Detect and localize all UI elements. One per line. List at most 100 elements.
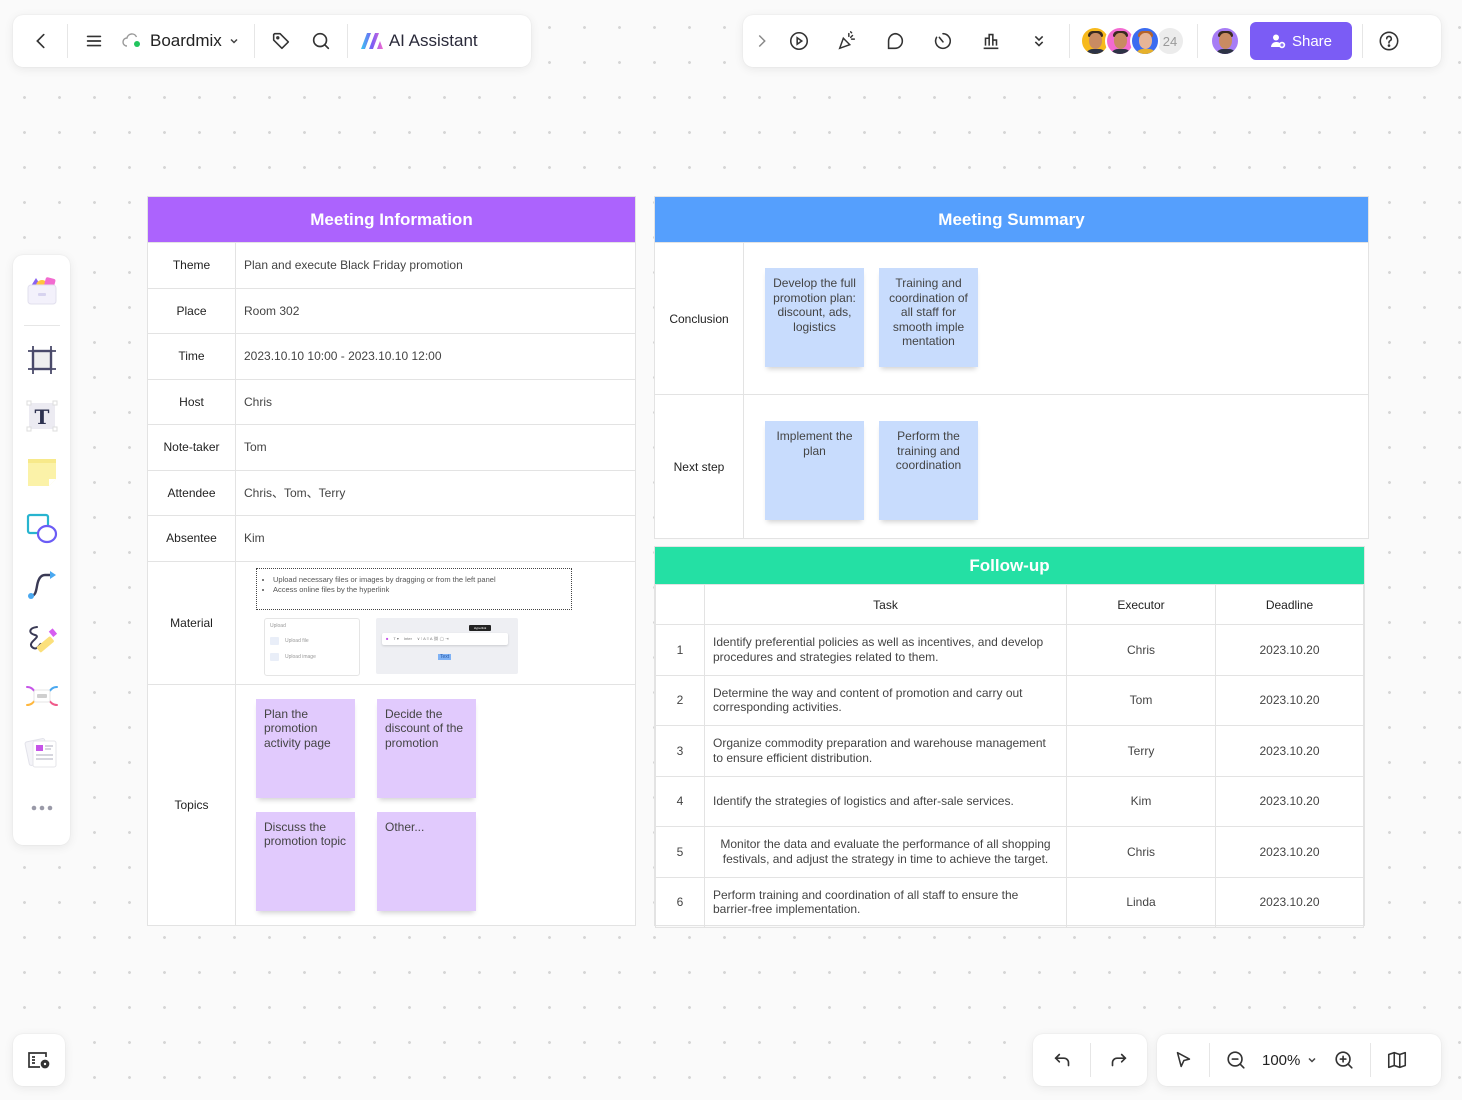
row-number[interactable]: 4 bbox=[655, 775, 705, 827]
collapse-toolbar-button[interactable] bbox=[749, 21, 775, 61]
share-button[interactable]: Share bbox=[1250, 22, 1352, 60]
topic-sticky-note[interactable]: Other... bbox=[377, 811, 476, 911]
executor-cell[interactable]: Linda bbox=[1066, 876, 1216, 928]
text-tool[interactable]: T bbox=[20, 394, 64, 438]
executor-cell[interactable]: Chris bbox=[1066, 826, 1216, 878]
task-cell[interactable]: Monitor the data and evaluate the perfor… bbox=[704, 826, 1067, 878]
table-row[interactable]: 2 Determine the way and content of promot… bbox=[655, 674, 1364, 726]
task-cell[interactable]: Identify the strategies of logistics and… bbox=[704, 775, 1067, 827]
frame-tool[interactable] bbox=[20, 338, 64, 382]
follow-up-header: Follow-up bbox=[655, 547, 1364, 584]
collaborator-avatars[interactable]: 24 bbox=[1080, 26, 1185, 56]
ai-assistant-button[interactable]: AI Assistant bbox=[354, 31, 484, 51]
next-step-content: Implement the plan Perform the training … bbox=[744, 395, 1368, 538]
info-value[interactable]: Tom bbox=[236, 425, 635, 470]
present-button[interactable] bbox=[779, 21, 819, 61]
back-button[interactable] bbox=[21, 21, 61, 61]
info-row-place: Place Room 302 bbox=[148, 287, 635, 334]
info-label: Place bbox=[148, 288, 236, 333]
task-cell[interactable]: Organize commodity preparation and wareh… bbox=[704, 725, 1067, 777]
follow-up-table[interactable]: Follow-up Task Executor Deadline 1 Identi… bbox=[654, 546, 1365, 928]
row-number[interactable]: 3 bbox=[655, 725, 705, 777]
upload-panel-title: Upload bbox=[270, 622, 286, 629]
deadline-cell[interactable]: 2023.10.20 bbox=[1215, 775, 1364, 827]
deadline-cell[interactable]: 2023.10.20 bbox=[1215, 826, 1364, 878]
current-user-avatar[interactable] bbox=[1210, 26, 1240, 56]
conclusion-sticky-note[interactable]: Develop the full promotion plan: discoun… bbox=[765, 268, 864, 367]
deadline-cell[interactable]: 2023.10.20 bbox=[1215, 624, 1364, 676]
row-number[interactable]: 1 bbox=[655, 624, 705, 676]
executor-cell[interactable]: Terry bbox=[1066, 725, 1216, 777]
next-step-sticky-note[interactable]: Perform the training and coordination bbox=[879, 421, 978, 520]
connector-tool[interactable] bbox=[20, 562, 64, 606]
table-row[interactable]: 1 Identify preferential policies as well … bbox=[655, 624, 1364, 676]
topic-sticky-note[interactable]: Plan the promotion activity page bbox=[256, 698, 355, 798]
conclusion-sticky-note[interactable]: Training and coordination of all staff f… bbox=[879, 268, 978, 367]
task-cell[interactable]: Identify preferential policies as well a… bbox=[704, 624, 1067, 676]
executor-cell[interactable]: Kim bbox=[1066, 775, 1216, 827]
minimap-toggle-button[interactable] bbox=[13, 1034, 65, 1086]
sticky-note-tool[interactable] bbox=[20, 450, 64, 494]
meeting-information-table[interactable]: Meeting Information Theme Plan and execu… bbox=[147, 196, 636, 926]
executor-cell[interactable]: Chris bbox=[1066, 624, 1216, 676]
main-menu-button[interactable] bbox=[74, 21, 114, 61]
collaborator-avatar[interactable] bbox=[1130, 26, 1160, 56]
material-content[interactable]: Upload necessary files or images by drag… bbox=[236, 562, 635, 684]
deadline-cell[interactable]: 2023.10.20 bbox=[1215, 674, 1364, 726]
timer-button[interactable] bbox=[923, 21, 963, 61]
pen-tool[interactable] bbox=[20, 618, 64, 662]
column-header-executor: Executor bbox=[1066, 584, 1216, 625]
map-button[interactable] bbox=[1377, 1040, 1417, 1080]
select-tool-button[interactable] bbox=[1163, 1040, 1203, 1080]
zoom-level-dropdown[interactable]: 100% bbox=[1256, 1052, 1324, 1069]
task-cell[interactable]: Determine the way and content of promoti… bbox=[704, 674, 1067, 726]
document-name-dropdown[interactable]: Boardmix bbox=[114, 31, 248, 51]
info-value[interactable]: 2023.10.10 10:00 - 2023.10.10 12:00 bbox=[236, 334, 635, 379]
task-cell[interactable]: Perform training and coordination of all… bbox=[704, 876, 1067, 928]
info-value[interactable]: Kim bbox=[236, 516, 635, 561]
table-row[interactable]: 3 Organize commodity preparation and ware… bbox=[655, 725, 1364, 777]
celebrate-button[interactable] bbox=[827, 21, 867, 61]
info-value[interactable]: Chris、Tom、Terry bbox=[236, 471, 635, 516]
info-value[interactable]: Room 302 bbox=[236, 289, 635, 334]
shape-tool[interactable] bbox=[20, 506, 64, 550]
next-step-sticky-note[interactable]: Implement the plan bbox=[765, 421, 864, 520]
zoom-out-button[interactable] bbox=[1216, 1040, 1256, 1080]
topic-sticky-note[interactable]: Decide the discount of the promotion bbox=[377, 698, 476, 798]
deadline-cell[interactable]: 2023.10.20 bbox=[1215, 725, 1364, 777]
tag-button[interactable] bbox=[261, 21, 301, 61]
document-tool[interactable] bbox=[20, 730, 64, 774]
upload-item: Upload file bbox=[285, 637, 309, 644]
template-tool[interactable] bbox=[20, 269, 64, 313]
search-button[interactable] bbox=[301, 21, 341, 61]
table-row[interactable]: 4 Identify the strategies of logistics an… bbox=[655, 775, 1364, 827]
row-number[interactable]: 2 bbox=[655, 674, 705, 726]
info-row-material: Material Upload necessary files or image… bbox=[148, 560, 635, 684]
deadline-cell[interactable]: 2023.10.20 bbox=[1215, 876, 1364, 928]
info-value[interactable]: Plan and execute Black Friday promotion bbox=[236, 243, 635, 288]
ai-logo-icon bbox=[360, 33, 383, 49]
divider bbox=[1362, 24, 1363, 58]
help-button[interactable] bbox=[1369, 21, 1409, 61]
info-row-note-taker: Note-taker Tom bbox=[148, 424, 635, 470]
mindmap-tool[interactable] bbox=[20, 674, 64, 718]
tag-icon bbox=[272, 32, 289, 50]
table-header-row: Task Executor Deadline bbox=[655, 584, 1364, 625]
meeting-summary-table[interactable]: Meeting Summary Conclusion Develop the f… bbox=[654, 196, 1369, 539]
topic-sticky-note[interactable]: Discuss the promotion topic bbox=[256, 811, 355, 911]
info-value[interactable]: Chris bbox=[236, 380, 635, 425]
vote-button[interactable] bbox=[971, 21, 1011, 61]
redo-button[interactable] bbox=[1098, 1040, 1138, 1080]
row-number[interactable]: 5 bbox=[655, 826, 705, 878]
row-number[interactable]: 6 bbox=[655, 876, 705, 928]
material-instructions[interactable]: Upload necessary files or images by drag… bbox=[256, 567, 572, 610]
table-row[interactable]: 5 Monitor the data and evaluate the perfo… bbox=[655, 826, 1364, 878]
executor-cell[interactable]: Tom bbox=[1066, 674, 1216, 726]
table-row[interactable]: 6 Perform training and coordination of al… bbox=[655, 876, 1364, 928]
more-tools[interactable] bbox=[20, 786, 64, 830]
comment-button[interactable] bbox=[875, 21, 915, 61]
more-tools-button[interactable] bbox=[1019, 21, 1059, 61]
zoom-in-button[interactable] bbox=[1324, 1040, 1364, 1080]
undo-button[interactable] bbox=[1043, 1040, 1083, 1080]
comment-icon bbox=[887, 32, 904, 50]
